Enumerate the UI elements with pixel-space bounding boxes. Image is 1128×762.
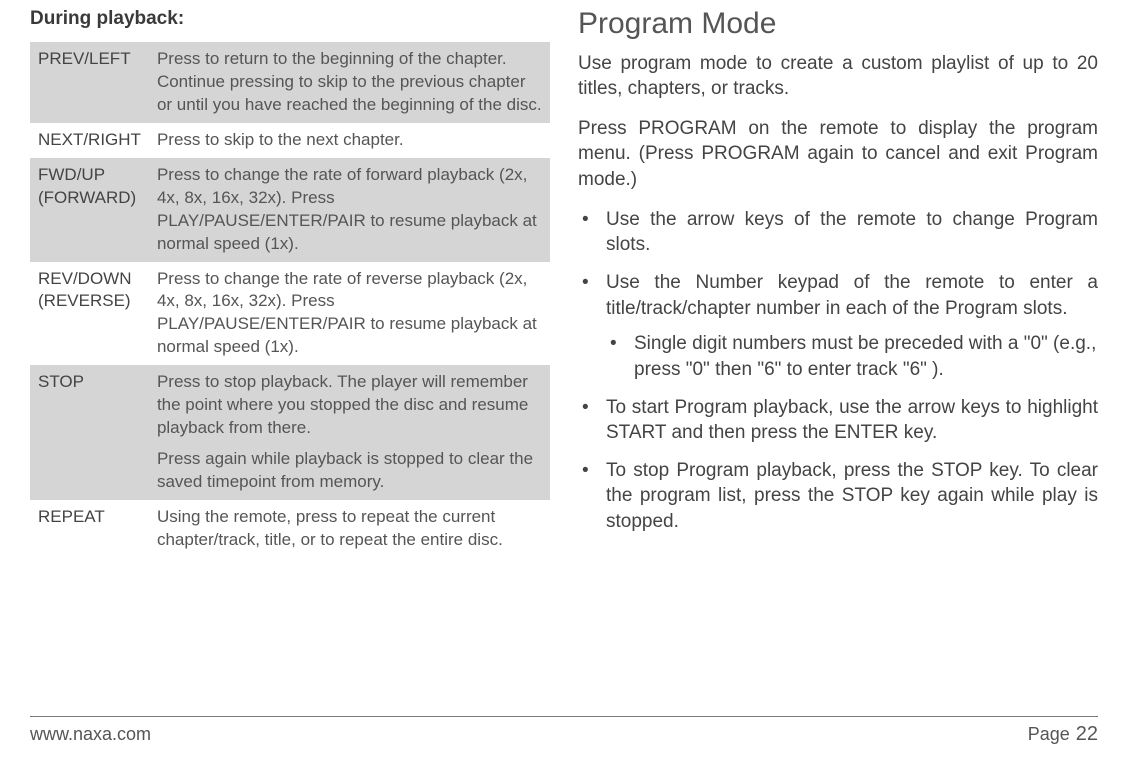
page-number-wrap: Page 22 [1028, 723, 1098, 746]
control-desc: Press to return to the beginning of the … [149, 42, 550, 123]
desc-text: Press to return to the beginning of the … [157, 48, 542, 117]
table-row: PREV/LEFT Press to return to the beginni… [30, 42, 550, 123]
list-item: To stop Program playback, press the STOP… [578, 458, 1098, 535]
bullet-text: Single digit numbers must be preceded wi… [634, 333, 1096, 380]
control-key: REPEAT [30, 500, 149, 558]
list-item: Use the arrow keys of the remote to chan… [578, 207, 1098, 258]
control-key: PREV/LEFT [30, 42, 149, 123]
desc-text: Press to change the rate of forward play… [157, 164, 542, 256]
page-number: 22 [1076, 723, 1098, 746]
page-footer: www.naxa.com Page 22 [30, 716, 1098, 746]
left-column: During playback: PREV/LEFT Press to retu… [30, 8, 550, 558]
desc-text: Press to skip to the next chapter. [157, 129, 542, 152]
right-column: Program Mode Use program mode to create … [578, 8, 1098, 558]
control-key: REV/DOWN (REVERSE) [30, 262, 149, 366]
program-instruction: Press PROGRAM on the remote to display t… [578, 116, 1098, 193]
desc-text: Press again while playback is stopped to… [157, 448, 542, 494]
bullet-text: To start Program playback, use the arrow… [606, 397, 1098, 444]
table-row: STOP Press to stop playback. The player … [30, 365, 550, 500]
page-content: During playback: PREV/LEFT Press to retu… [30, 8, 1098, 558]
bullet-text: To stop Program playback, press the STOP… [606, 460, 1098, 532]
control-key: FWD/UP (FORWARD) [30, 158, 149, 262]
table-row: REV/DOWN (REVERSE) Press to change the r… [30, 262, 550, 366]
control-desc: Press to skip to the next chapter. [149, 123, 550, 158]
control-desc: Press to change the rate of forward play… [149, 158, 550, 262]
playback-table: PREV/LEFT Press to return to the beginni… [30, 42, 550, 558]
table-row: NEXT/RIGHT Press to skip to the next cha… [30, 123, 550, 158]
table-row: FWD/UP (FORWARD) Press to change the rat… [30, 158, 550, 262]
bullet-text: Use the Number keypad of the remote to e… [606, 272, 1098, 319]
footer-url: www.naxa.com [30, 724, 151, 745]
program-intro: Use program mode to create a custom play… [578, 51, 1098, 102]
list-item: Single digit numbers must be preceded wi… [606, 331, 1098, 382]
page-label: Page [1028, 724, 1070, 745]
list-item: Use the Number keypad of the remote to e… [578, 270, 1098, 383]
bullet-text: Use the arrow keys of the remote to chan… [606, 209, 1098, 256]
control-desc: Using the remote, press to repeat the cu… [149, 500, 550, 558]
program-bullet-list: Use the arrow keys of the remote to chan… [578, 207, 1098, 535]
table-row: REPEAT Using the remote, press to repeat… [30, 500, 550, 558]
control-desc: Press to stop playback. The player will … [149, 365, 550, 500]
sub-bullet-list: Single digit numbers must be preceded wi… [606, 331, 1098, 382]
desc-text: Press to change the rate of reverse play… [157, 268, 542, 360]
control-key: NEXT/RIGHT [30, 123, 149, 158]
desc-text: Using the remote, press to repeat the cu… [157, 506, 542, 552]
list-item: To start Program playback, use the arrow… [578, 395, 1098, 446]
playback-heading: During playback: [30, 8, 550, 30]
program-mode-heading: Program Mode [578, 4, 1098, 45]
control-desc: Press to change the rate of reverse play… [149, 262, 550, 366]
desc-text: Press to stop playback. The player will … [157, 371, 542, 440]
control-key: STOP [30, 365, 149, 500]
